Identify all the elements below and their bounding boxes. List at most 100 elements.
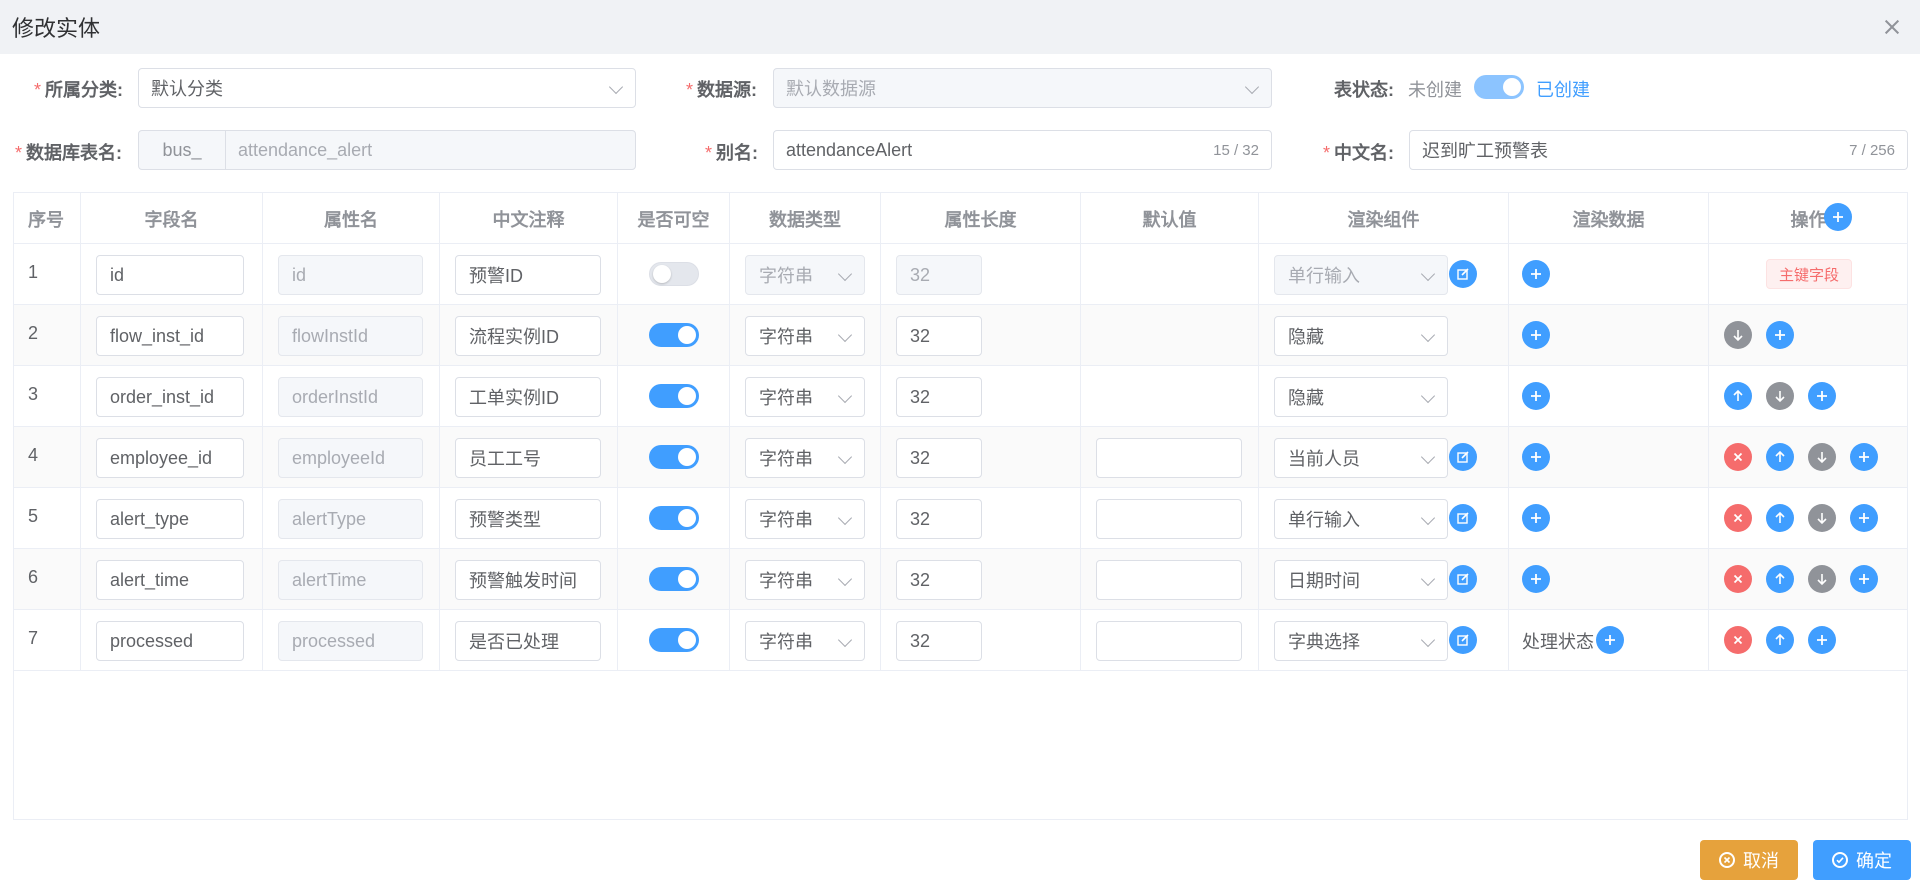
nullable-switch[interactable] bbox=[649, 384, 699, 408]
move-down-icon[interactable] bbox=[1808, 504, 1836, 532]
nullable-switch[interactable] bbox=[649, 323, 699, 347]
insert-row-icon[interactable] bbox=[1766, 321, 1794, 349]
field-name-value: employee_id bbox=[110, 447, 213, 468]
comment-input[interactable]: 预警触发时间 bbox=[455, 560, 601, 600]
edit-render-icon[interactable] bbox=[1449, 565, 1477, 593]
length-input[interactable]: 32 bbox=[896, 255, 982, 295]
comment-input[interactable]: 预警类型 bbox=[455, 499, 601, 539]
data-type-select[interactable]: 字符串 bbox=[745, 621, 865, 661]
length-input[interactable]: 32 bbox=[896, 560, 982, 600]
move-down-icon[interactable] bbox=[1808, 565, 1836, 593]
field-name-input[interactable]: processed bbox=[96, 621, 244, 661]
table-status-switch[interactable] bbox=[1474, 75, 1524, 99]
add-render-data-icon[interactable] bbox=[1522, 504, 1550, 532]
nullable-switch[interactable] bbox=[649, 445, 699, 469]
field-name-input[interactable]: flow_inst_id bbox=[96, 316, 244, 356]
length-input[interactable]: 32 bbox=[896, 377, 982, 417]
prop-name-input[interactable]: id bbox=[278, 255, 423, 295]
insert-row-icon[interactable] bbox=[1808, 382, 1836, 410]
prop-name-input[interactable]: orderInstId bbox=[278, 377, 423, 417]
insert-row-icon[interactable] bbox=[1850, 443, 1878, 471]
comment-value: 预警触发时间 bbox=[469, 571, 577, 591]
prop-name-input[interactable]: employeeId bbox=[278, 438, 423, 478]
edit-render-icon[interactable] bbox=[1449, 626, 1477, 654]
field-name-input[interactable]: alert_type bbox=[96, 499, 244, 539]
edit-render-icon[interactable] bbox=[1449, 443, 1477, 471]
edit-render-icon[interactable] bbox=[1449, 260, 1477, 288]
default-value-input[interactable] bbox=[1096, 621, 1242, 661]
data-type-select[interactable]: 字符串 bbox=[745, 255, 865, 295]
move-up-icon[interactable] bbox=[1724, 382, 1752, 410]
alias-input[interactable]: attendanceAlert 15 / 32 bbox=[773, 130, 1272, 170]
field-name-input[interactable]: order_inst_id bbox=[96, 377, 244, 417]
render-component-select[interactable]: 字典选择 bbox=[1274, 621, 1448, 661]
cancel-button[interactable]: 取消 bbox=[1700, 840, 1798, 880]
render-component-select[interactable]: 日期时间 bbox=[1274, 560, 1448, 600]
nullable-switch[interactable] bbox=[649, 567, 699, 591]
add-render-data-icon[interactable] bbox=[1596, 626, 1624, 654]
move-down-icon[interactable] bbox=[1724, 321, 1752, 349]
add-render-data-icon[interactable] bbox=[1522, 443, 1550, 471]
data-type-select[interactable]: 字符串 bbox=[745, 438, 865, 478]
comment-input[interactable]: 流程实例ID bbox=[455, 316, 601, 356]
nullable-switch[interactable] bbox=[649, 262, 699, 286]
category-select[interactable]: 默认分类 bbox=[138, 68, 636, 108]
nullable-switch[interactable] bbox=[649, 628, 699, 652]
prop-name-input[interactable]: processed bbox=[278, 621, 423, 661]
move-up-icon[interactable] bbox=[1766, 504, 1794, 532]
db-table-input[interactable]: attendance_alert bbox=[225, 130, 636, 170]
length-input[interactable]: 32 bbox=[896, 499, 982, 539]
table-cell bbox=[14, 427, 81, 488]
edit-render-icon[interactable] bbox=[1449, 504, 1477, 532]
add-render-data-icon[interactable] bbox=[1522, 382, 1550, 410]
close-icon[interactable] bbox=[1882, 17, 1902, 37]
move-down-icon[interactable] bbox=[1766, 382, 1794, 410]
comment-input[interactable]: 员工工号 bbox=[455, 438, 601, 478]
field-name-input[interactable]: employee_id bbox=[96, 438, 244, 478]
render-component-select[interactable]: 单行输入 bbox=[1274, 255, 1448, 295]
add-render-data-icon[interactable] bbox=[1522, 321, 1550, 349]
length-input[interactable]: 32 bbox=[896, 621, 982, 661]
prop-name-input[interactable]: flowInstId bbox=[278, 316, 423, 356]
field-name-input[interactable]: id bbox=[96, 255, 244, 295]
data-type-select[interactable]: 字符串 bbox=[745, 560, 865, 600]
insert-row-icon[interactable] bbox=[1808, 626, 1836, 654]
default-value-input[interactable] bbox=[1096, 438, 1242, 478]
insert-row-icon[interactable] bbox=[1850, 565, 1878, 593]
render-component-select[interactable]: 隐藏 bbox=[1274, 316, 1448, 356]
add-render-data-icon[interactable] bbox=[1522, 260, 1550, 288]
render-component-select[interactable]: 单行输入 bbox=[1274, 499, 1448, 539]
move-up-icon[interactable] bbox=[1766, 565, 1794, 593]
default-value-input[interactable] bbox=[1096, 560, 1242, 600]
prop-name-input[interactable]: alertType bbox=[278, 499, 423, 539]
data-type-select[interactable]: 字符串 bbox=[745, 316, 865, 356]
insert-row-icon[interactable] bbox=[1850, 504, 1878, 532]
nullable-switch[interactable] bbox=[649, 506, 699, 530]
prop-name-input[interactable]: alertTime bbox=[278, 560, 423, 600]
chevron-down-icon bbox=[1420, 449, 1436, 465]
add-row-icon[interactable] bbox=[1824, 203, 1852, 231]
comment-input[interactable]: 预警ID bbox=[455, 255, 601, 295]
default-value-input[interactable] bbox=[1096, 499, 1242, 539]
add-render-data-icon[interactable] bbox=[1522, 565, 1550, 593]
comment-input[interactable]: 是否已处理 bbox=[455, 621, 601, 661]
confirm-button[interactable]: 确定 bbox=[1813, 840, 1911, 880]
delete-row-icon[interactable] bbox=[1724, 443, 1752, 471]
field-name-input[interactable]: alert_time bbox=[96, 560, 244, 600]
cn-name-input[interactable]: 迟到旷工预警表 7 / 256 bbox=[1409, 130, 1908, 170]
length-input[interactable]: 32 bbox=[896, 316, 982, 356]
data-type-select[interactable]: 字符串 bbox=[745, 499, 865, 539]
move-down-icon[interactable] bbox=[1808, 443, 1836, 471]
render-component-select[interactable]: 当前人员 bbox=[1274, 438, 1448, 478]
render-component-select[interactable]: 隐藏 bbox=[1274, 377, 1448, 417]
data-type-select[interactable]: 字符串 bbox=[745, 377, 865, 417]
length-input[interactable]: 32 bbox=[896, 438, 982, 478]
switch-knob bbox=[678, 509, 696, 527]
move-up-icon[interactable] bbox=[1766, 626, 1794, 654]
delete-row-icon[interactable] bbox=[1724, 626, 1752, 654]
delete-row-icon[interactable] bbox=[1724, 504, 1752, 532]
move-up-icon[interactable] bbox=[1766, 443, 1794, 471]
datasource-select[interactable]: 默认数据源 bbox=[773, 68, 1272, 108]
comment-input[interactable]: 工单实例ID bbox=[455, 377, 601, 417]
delete-row-icon[interactable] bbox=[1724, 565, 1752, 593]
